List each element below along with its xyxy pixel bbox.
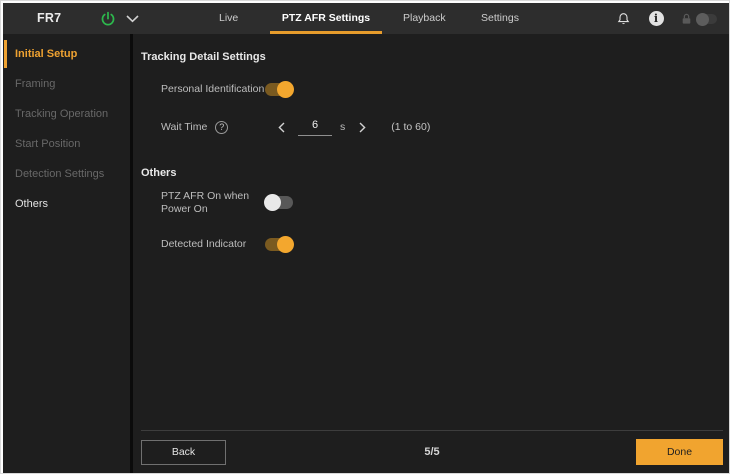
sidebar-item-start-position[interactable]: Start Position [3, 129, 130, 159]
ptz-afr-power-toggle[interactable] [264, 194, 293, 211]
sidebar-item-initial-setup[interactable]: Initial Setup [3, 39, 130, 69]
setting-row-wait-time: Wait Time ? 6 s (1 to 60) [161, 116, 729, 138]
lock-icon [680, 12, 693, 26]
detected-indicator-label: Detected Indicator [161, 237, 247, 250]
device-model-label: FR7 [37, 11, 62, 25]
toggle-knob [277, 80, 294, 98]
wait-time-stepper: 6 s (1 to 60) [265, 119, 430, 136]
bell-icon [616, 11, 631, 27]
notifications-button[interactable] [613, 3, 633, 34]
done-button[interactable]: Done [636, 439, 723, 465]
increment-button[interactable] [355, 119, 369, 135]
power-menu-expander[interactable] [124, 12, 140, 26]
tab-playback[interactable]: Playback [403, 3, 446, 34]
section-title-tracking-detail-settings: Tracking Detail Settings [141, 51, 266, 63]
sidebar-item-tracking-operation[interactable]: Tracking Operation [3, 99, 130, 129]
sidebar-item-others[interactable]: Others [3, 189, 130, 219]
toggle-knob [277, 235, 294, 253]
tab-settings[interactable]: Settings [481, 3, 519, 34]
wait-time-unit: s [340, 121, 346, 133]
power-icon [100, 11, 116, 27]
top-bar: FR7 Live PTZ AFR Settings Playback Setti… [3, 3, 729, 34]
help-icon[interactable]: ? [215, 120, 229, 134]
personal-identification-label: Personal Identification [161, 82, 265, 95]
browser-viewport: FR7 Live PTZ AFR Settings Playback Setti… [0, 0, 730, 474]
wait-time-range-hint: (1 to 60) [391, 121, 431, 133]
power-button[interactable] [99, 10, 117, 28]
tab-ptz-afr-settings[interactable]: PTZ AFR Settings [270, 3, 382, 34]
wizard-footer: Back 5/5 Done [141, 430, 723, 473]
personal-identification-toggle[interactable] [265, 80, 294, 98]
settings-panel: Tracking Detail Settings Personal Identi… [133, 34, 729, 473]
control-lock-button[interactable] [677, 3, 695, 34]
tab-live[interactable]: Live [219, 3, 238, 34]
ptz-afr-power-label: PTZ AFR On when Power On [161, 189, 250, 215]
setting-row-ptz-afr-on-when-power-on: PTZ AFR On when Power On [161, 189, 729, 216]
control-lock-toggle-knob [696, 12, 709, 26]
setting-row-personal-identification: Personal Identification [161, 80, 729, 98]
sidebar-item-detection-settings[interactable]: Detection Settings [3, 159, 130, 189]
settings-sidebar: Initial Setup Framing Tracking Operation… [3, 34, 133, 473]
wait-time-label: Wait Time [161, 120, 208, 133]
page-body: Initial Setup Framing Tracking Operation… [3, 34, 729, 473]
chevron-down-icon [125, 15, 139, 23]
setting-row-detected-indicator: Detected Indicator [161, 235, 729, 253]
detected-indicator-toggle[interactable] [265, 235, 294, 253]
sidebar-item-framing[interactable]: Framing [3, 69, 130, 99]
back-button[interactable]: Back [141, 439, 226, 465]
section-title-others: Others [141, 167, 177, 179]
wait-time-value[interactable]: 6 [298, 119, 332, 136]
fr7-web-app: FR7 Live PTZ AFR Settings Playback Setti… [3, 3, 729, 473]
info-button[interactable]: i [646, 3, 666, 34]
control-lock-toggle[interactable] [696, 12, 717, 26]
info-icon: i [648, 11, 664, 26]
toggle-knob [264, 194, 281, 211]
decrement-button[interactable] [274, 119, 288, 135]
